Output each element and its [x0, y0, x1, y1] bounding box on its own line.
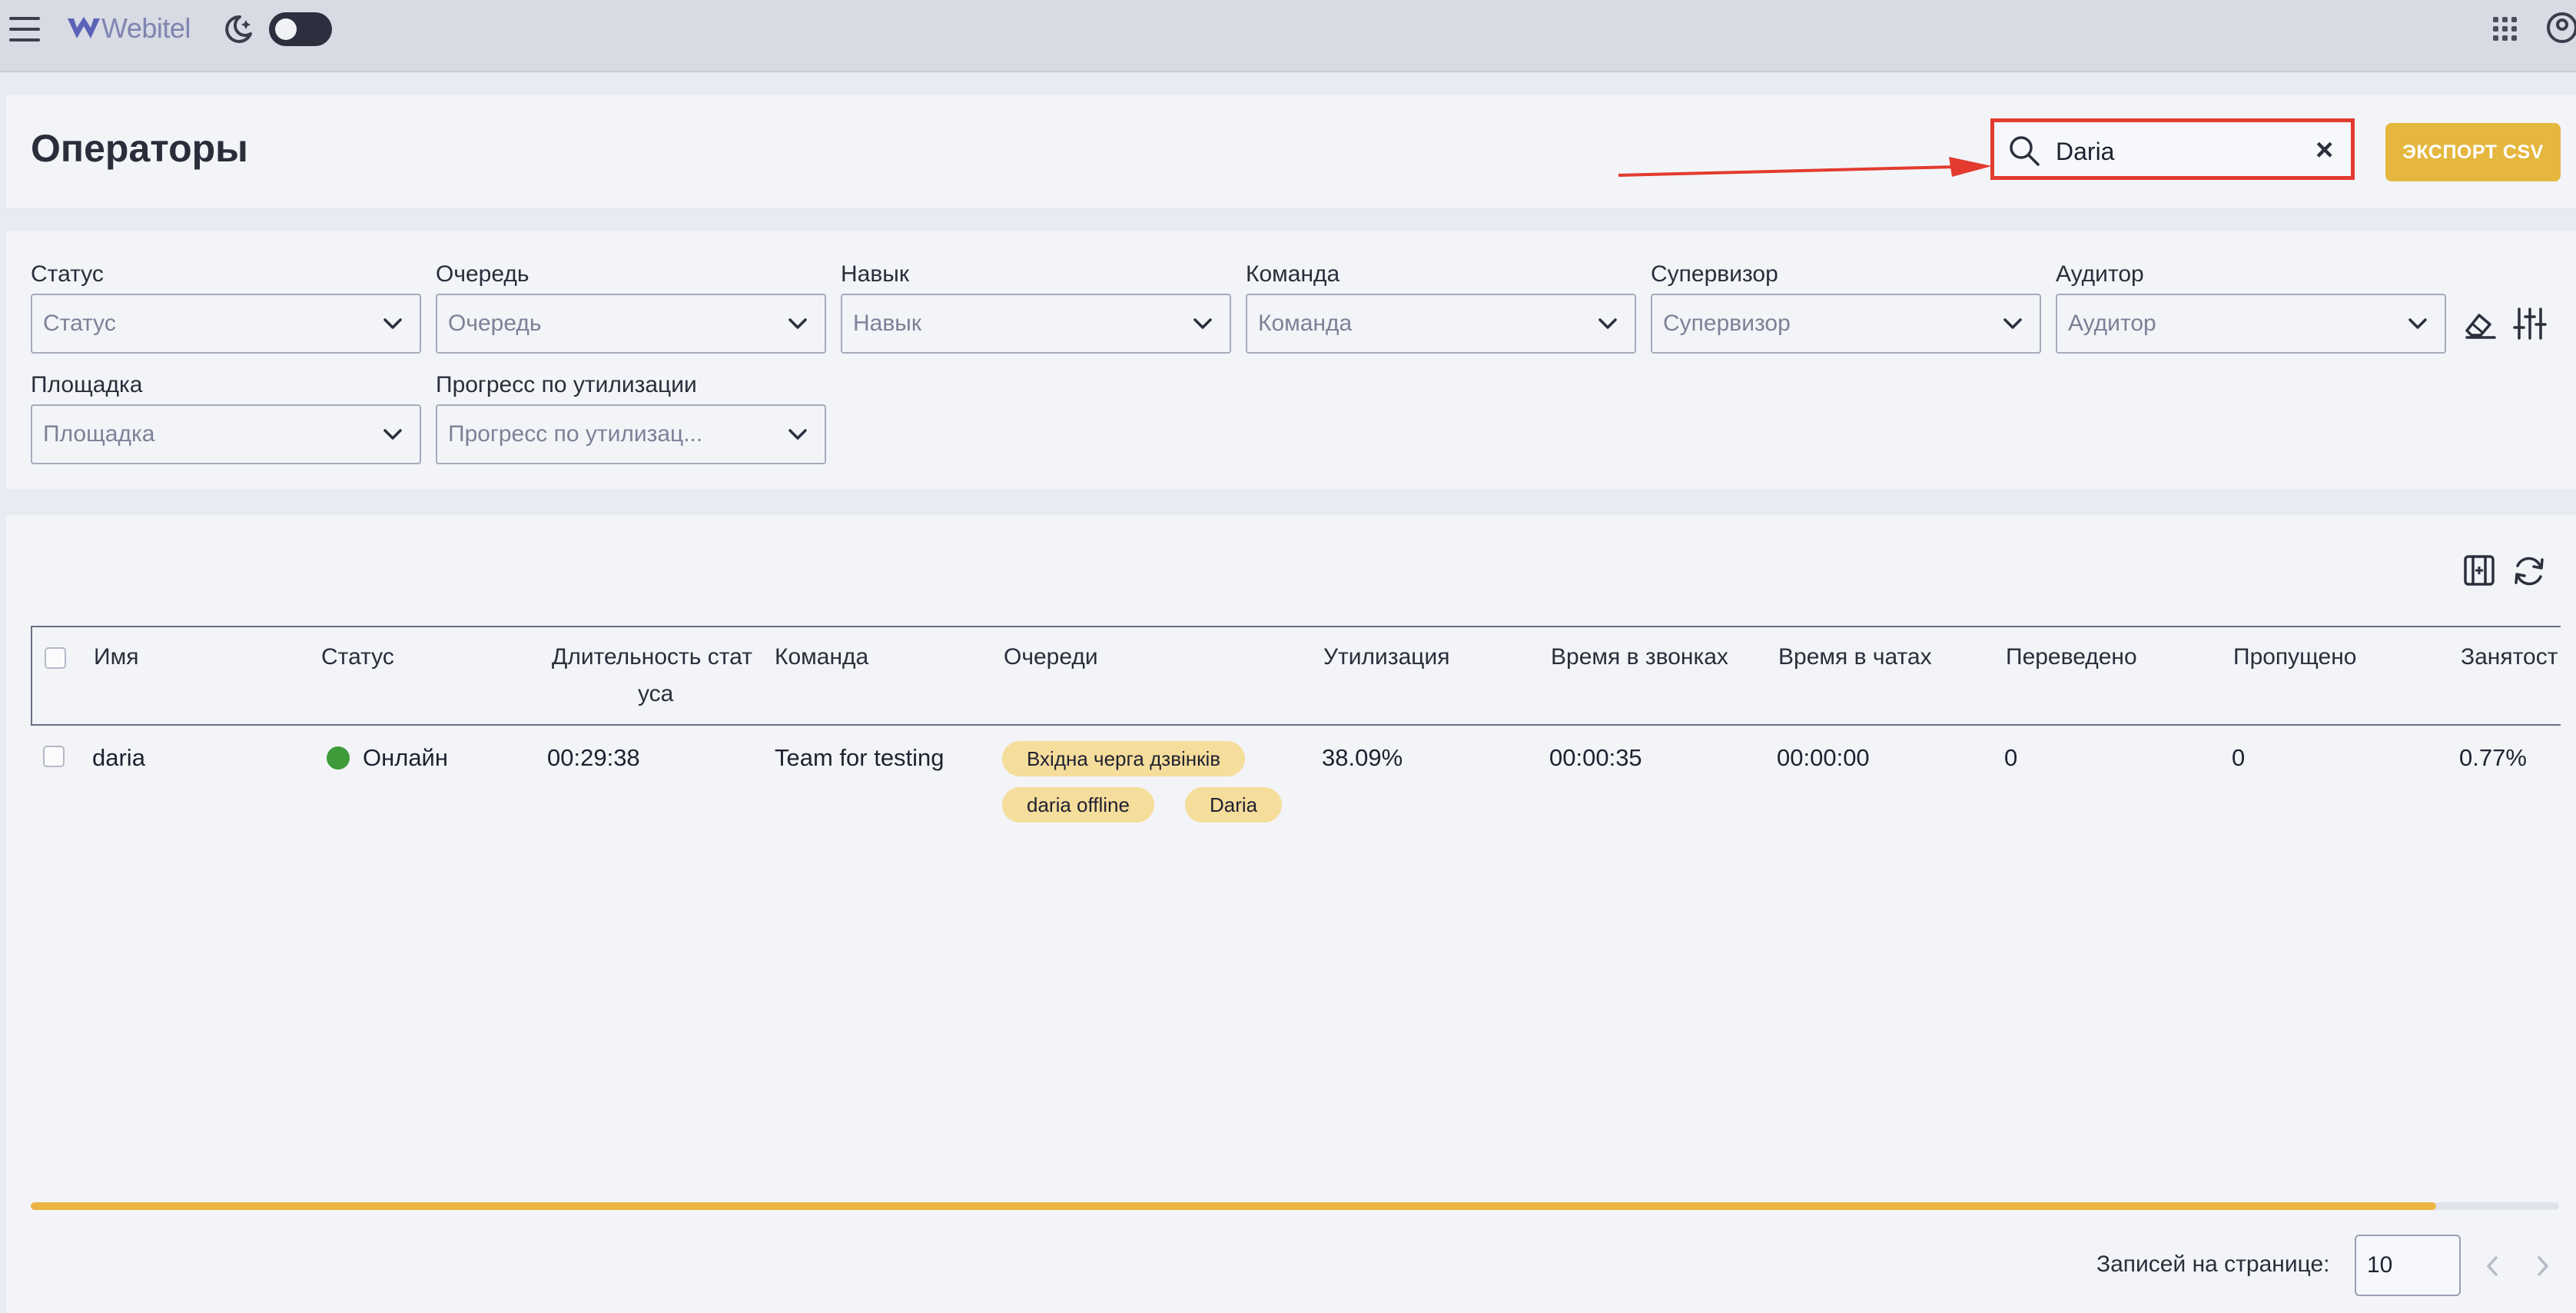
expand-columns-icon[interactable] — [2462, 553, 2496, 587]
chevron-down-icon — [2003, 318, 2022, 329]
cell-chat-time: 00:00:00 — [1777, 744, 1870, 771]
chevron-down-icon — [788, 318, 807, 329]
column-header-status[interactable]: Статус — [321, 644, 394, 670]
cell-name[interactable]: daria — [92, 744, 145, 772]
page-title: Операторы — [31, 127, 248, 170]
column-header-occupancy[interactable]: Занятост — [2461, 644, 2558, 670]
chevron-left-icon[interactable] — [2482, 1253, 2504, 1279]
chevron-right-icon[interactable] — [2531, 1253, 2553, 1279]
column-header-duration[interactable]: Длительность стат — [552, 644, 752, 670]
menu-icon[interactable] — [9, 17, 40, 42]
select-all-checkbox[interactable] — [45, 647, 66, 669]
theme-toggle[interactable] — [269, 12, 332, 46]
per-page-label: Записей на странице: — [2096, 1252, 2330, 1277]
logo-text: Webitel — [101, 12, 191, 44]
chevron-down-icon — [2408, 318, 2427, 329]
clear-search-icon[interactable]: × — [2315, 133, 2333, 168]
refresh-icon[interactable] — [2511, 553, 2547, 589]
filter-status-select[interactable]: Статус — [31, 294, 421, 354]
filter-status-placeholder: Статус — [43, 311, 116, 336]
cell-utilization: 38.09% — [1322, 744, 1403, 771]
column-header-duration-wrap: уса — [638, 681, 674, 706]
status-online-dot — [327, 746, 350, 770]
filter-auditor-label: Аудитор — [2056, 261, 2144, 287]
filter-auditor-select[interactable]: Аудитор — [2056, 294, 2446, 354]
filter-site-placeholder: Площадка — [43, 421, 155, 447]
apps-grid-icon[interactable] — [2493, 17, 2518, 42]
search-value: Daria — [2056, 138, 2115, 165]
user-icon[interactable] — [2545, 11, 2576, 45]
filter-site-select[interactable]: Площадка — [31, 404, 421, 464]
search-icon — [2010, 136, 2040, 166]
queue-chip: daria offline — [1002, 787, 1154, 823]
cell-duration: 00:29:38 — [547, 744, 640, 771]
annotation-arrow — [1618, 157, 1992, 177]
cell-missed: 0 — [2232, 744, 2246, 771]
chevron-down-icon — [383, 429, 402, 440]
horizontal-scrollbar-thumb[interactable] — [31, 1202, 2436, 1210]
chevron-down-icon — [788, 429, 807, 440]
filter-auditor-placeholder: Аудитор — [2068, 311, 2156, 336]
filter-queue-select[interactable]: Очередь — [436, 294, 826, 354]
cell-call-time: 00:00:35 — [1549, 744, 1642, 771]
filter-status-label: Статус — [31, 261, 104, 287]
cell-occupancy: 0.77% — [2459, 744, 2527, 771]
chevron-down-icon — [1598, 318, 1617, 329]
search-input[interactable]: Daria × — [1990, 118, 2355, 180]
filter-utilization-label: Прогресс по утилизации — [436, 372, 697, 397]
table-row[interactable] — [31, 727, 2561, 835]
cell-status: Онлайн — [363, 744, 448, 771]
column-header-missed[interactable]: Пропущено — [2233, 644, 2356, 670]
filter-skill-label: Навык — [841, 261, 909, 287]
column-header-name[interactable]: Имя — [94, 644, 138, 670]
filter-team-select[interactable]: Команда — [1246, 294, 1636, 354]
filter-settings-icon[interactable] — [2513, 306, 2547, 341]
queue-chip: Daria — [1185, 787, 1283, 823]
column-header-utilization[interactable]: Утилизация — [1323, 644, 1449, 670]
chevron-down-icon — [1193, 318, 1212, 329]
filter-skill-select[interactable]: Навык — [841, 294, 1231, 354]
filter-skill-placeholder: Навык — [853, 311, 921, 336]
filter-utilization-select[interactable]: Прогресс по утилизац... — [436, 404, 826, 464]
filter-supervisor-select[interactable]: Супервизор — [1651, 294, 2041, 354]
webitel-logo-icon — [68, 17, 100, 38]
filter-utilization-placeholder: Прогресс по утилизац... — [448, 421, 703, 447]
table-header — [31, 626, 2561, 726]
column-header-transferred[interactable]: Переведено — [2006, 644, 2137, 670]
export-csv-button[interactable]: ЭКСПОРТ CSV — [2385, 123, 2561, 181]
moon-icon — [225, 15, 252, 43]
column-header-team[interactable]: Команда — [775, 644, 868, 670]
column-header-queues[interactable]: Очереди — [1004, 644, 1098, 670]
column-header-chat-time[interactable]: Время в чатах — [1778, 644, 1932, 670]
filter-team-placeholder: Команда — [1258, 311, 1353, 336]
queue-chip: Вхідна черга дзвінків — [1002, 741, 1246, 776]
filter-queue-label: Очередь — [436, 261, 529, 287]
filter-supervisor-label: Супервизор — [1651, 261, 1778, 287]
cell-team: Team for testing — [775, 744, 944, 771]
per-page-input[interactable] — [2355, 1235, 2461, 1296]
filter-supervisor-placeholder: Супервизор — [1663, 311, 1791, 336]
filter-team-label: Команда — [1246, 261, 1340, 287]
chevron-down-icon — [383, 318, 402, 329]
column-header-call-time[interactable]: Время в звонках — [1551, 644, 1728, 670]
row-checkbox[interactable] — [43, 746, 65, 767]
cell-transferred: 0 — [2004, 744, 2018, 771]
top-bar: Webitel — [0, 0, 2576, 72]
filter-queue-placeholder: Очередь — [448, 311, 542, 336]
filter-site-label: Площадка — [31, 372, 143, 397]
eraser-icon[interactable] — [2464, 309, 2496, 340]
